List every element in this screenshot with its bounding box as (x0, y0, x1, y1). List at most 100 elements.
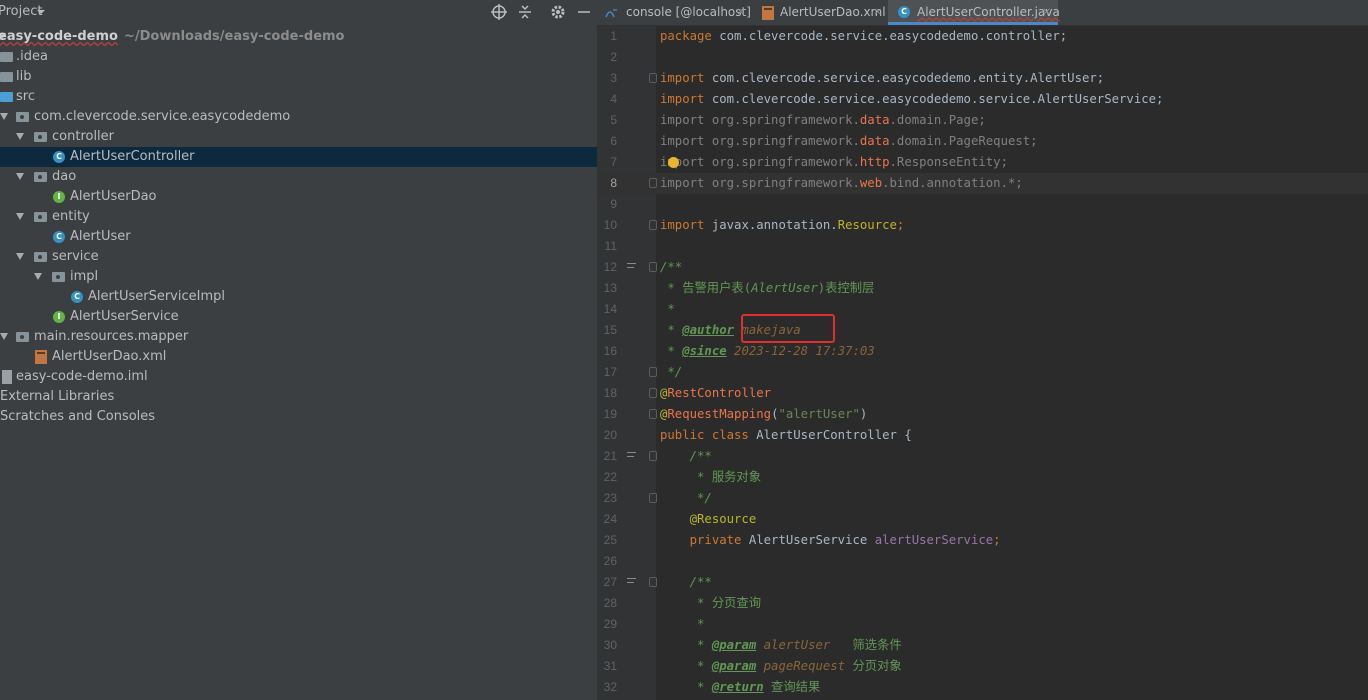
code-line: 19 @RequestMapping("alertUser") (597, 404, 1368, 425)
close-icon[interactable]: × (736, 0, 745, 24)
fold-icon[interactable] (649, 178, 657, 188)
tree-row-alertuserdao[interactable]: I AlertUserDao (0, 187, 597, 207)
line-number: 24 (603, 512, 617, 526)
package-icon (52, 272, 65, 282)
line-number: 10 (603, 218, 617, 232)
line-number: 8 (610, 176, 617, 190)
editor-tab-bar: console [@localhost] × AlertUserDao.xml … (597, 0, 1368, 26)
collapse-all-icon[interactable] (516, 3, 534, 21)
doc-render-icon[interactable] (627, 452, 636, 460)
minimize-icon[interactable] (575, 3, 593, 21)
package-icon (34, 132, 47, 142)
fold-icon[interactable] (649, 73, 657, 83)
tree-row-alertuserdao-xml[interactable]: AlertUserDao.xml (0, 347, 597, 367)
line-number: 9 (610, 197, 617, 211)
fold-icon[interactable] (649, 262, 657, 272)
line-number: 21 (603, 449, 617, 463)
tree-row-entity[interactable]: entity (0, 207, 597, 227)
tree-row-alertusercontroller[interactable]: C AlertUserController (0, 147, 597, 167)
line-number: 23 (603, 491, 617, 505)
fold-icon[interactable] (649, 409, 657, 419)
project-toolbar: Project (0, 0, 597, 25)
code-line: 27 /** (597, 572, 1368, 593)
expand-arrow-icon[interactable] (34, 273, 42, 280)
interface-icon: I (53, 311, 65, 323)
expand-arrow-icon[interactable] (16, 173, 24, 180)
fold-icon[interactable] (649, 220, 657, 230)
expand-arrow-icon[interactable] (16, 133, 24, 140)
class-icon: C (53, 231, 65, 243)
console-icon (605, 9, 617, 18)
tree-row-alertuserservice[interactable]: I AlertUserService (0, 307, 597, 327)
line-number: 2 (610, 50, 617, 64)
tab-alertuserdao-xml[interactable]: AlertUserDao.xml × (755, 0, 886, 25)
code-line: 15 * @author makejava (597, 320, 1368, 341)
package-icon (34, 252, 47, 262)
fold-icon[interactable] (649, 493, 657, 503)
close-icon[interactable]: × (1042, 0, 1051, 24)
tree-row-package[interactable]: com.clevercode.service.easycodedemo (0, 107, 597, 127)
line-number: 13 (603, 281, 617, 295)
folder-icon (0, 52, 13, 62)
tree-row-alertuserserviceimpl[interactable]: C AlertUserServiceImpl (0, 287, 597, 307)
expand-arrow-icon[interactable] (16, 253, 24, 260)
tab-console[interactable]: console [@localhost] × (597, 0, 752, 25)
line-number: 6 (610, 134, 617, 148)
expand-arrow-icon[interactable] (0, 333, 8, 340)
tree-row-src[interactable]: src (0, 87, 597, 107)
tree-row-service[interactable]: service (0, 247, 597, 267)
tree-row-impl[interactable]: impl (0, 267, 597, 287)
code-line: 28 * 分页查询 (597, 593, 1368, 614)
ide-window: Project easy-code-demo ~/Downloads/easy-c… (0, 0, 1368, 700)
tree-row-scratches[interactable]: Scratches and Consoles (0, 407, 597, 427)
xml-file-icon (762, 6, 774, 20)
line-number: 27 (603, 575, 617, 589)
interface-icon: I (53, 191, 65, 203)
tree-label: AlertUserController (70, 149, 195, 164)
fold-icon[interactable] (649, 577, 657, 587)
tree-row-idea[interactable]: .idea (0, 47, 597, 67)
tree-row-controller[interactable]: controller (0, 127, 597, 147)
expand-arrow-icon[interactable] (0, 113, 8, 120)
line-number: 16 (603, 344, 617, 358)
expand-arrow-icon[interactable] (16, 213, 24, 220)
tab-label: AlertUserController.java (917, 5, 1060, 19)
tree-label: service (52, 249, 99, 264)
gear-icon[interactable] (549, 3, 567, 21)
class-icon: C (898, 6, 910, 18)
tree-row-mapper[interactable]: main.resources.mapper (0, 327, 597, 347)
fold-icon[interactable] (649, 367, 657, 377)
folder-icon (0, 72, 13, 82)
tree-row-alertuser[interactable]: C AlertUser (0, 227, 597, 247)
line-number: 20 (603, 428, 617, 442)
doc-render-icon[interactable] (627, 263, 636, 271)
tree-row-iml[interactable]: easy-code-demo.iml (0, 367, 597, 387)
code-line: 25 private AlertUserService alertUserSer… (597, 530, 1368, 551)
line-number: 15 (603, 323, 617, 337)
tree-label: AlertUserService (70, 309, 179, 324)
xml-file-icon (35, 350, 47, 364)
tree-row-lib[interactable]: lib (0, 67, 597, 87)
code-line: 6 import org.springframework.data.domain.… (597, 131, 1368, 152)
locate-icon[interactable] (490, 3, 508, 21)
tree-row-dao[interactable]: dao (0, 167, 597, 187)
fold-icon[interactable] (649, 451, 657, 461)
tab-alertusercontroller[interactable]: C AlertUserController.java × (888, 0, 1060, 25)
code-line: 1 package com.clevercode.service.easycode… (597, 26, 1368, 47)
doc-render-icon[interactable] (627, 578, 636, 586)
fold-icon[interactable] (649, 388, 657, 398)
tree-row-external-libraries[interactable]: External Libraries (0, 387, 597, 407)
code-editor[interactable]: 1 package com.clevercode.service.easycode… (597, 26, 1368, 700)
line-number: 3 (610, 71, 617, 85)
tree-row-root[interactable]: easy-code-demo ~/Downloads/easy-code-demo (0, 27, 597, 47)
code-line: 31 * @param pageRequest 分页对象 (597, 656, 1368, 677)
module-file-icon (2, 370, 12, 384)
package-icon (16, 332, 29, 342)
lightbulb-icon[interactable] (668, 157, 679, 168)
tree-label: controller (52, 129, 115, 144)
line-number: 29 (603, 617, 617, 631)
close-icon[interactable]: × (873, 0, 882, 24)
chevron-down-icon[interactable] (36, 7, 46, 17)
tree-label: main.resources.mapper (34, 329, 189, 344)
line-number: 17 (603, 365, 617, 379)
